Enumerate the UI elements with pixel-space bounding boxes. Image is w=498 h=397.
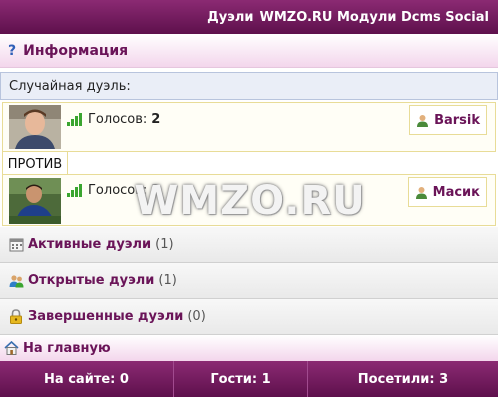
random-duel-heading: Случайная дуэль: — [0, 72, 498, 100]
info-link[interactable]: ? Информация — [0, 34, 498, 68]
votes-count: Голосов: 2 — [67, 112, 160, 127]
info-label: Информация — [23, 42, 129, 59]
visitors-text: Посетили: 3 — [357, 371, 449, 387]
menu-count: (0) — [187, 309, 206, 324]
header-title: Дуэли — [207, 9, 254, 25]
calendar-icon — [8, 237, 24, 253]
duel-participant-2: Голосов: 2 Масик — [2, 174, 496, 226]
lock-icon — [8, 309, 24, 325]
versus-text: ПРОТИВ — [7, 157, 63, 172]
user-name: Barsik — [434, 112, 480, 128]
footer-stats: На сайте: 0 Гости: 1 Посетили: 3 — [0, 361, 498, 397]
random-duel-title: Случайная дуэль: — [9, 78, 131, 94]
users-icon — [8, 273, 24, 289]
votes-label: Голосов: — [88, 183, 148, 198]
signal-icon — [67, 184, 83, 197]
guests-count[interactable]: Гости: 1 — [174, 361, 308, 397]
menu-count: (1) — [155, 237, 174, 252]
menu-open-duels[interactable]: Открытые дуэли (1) — [0, 263, 498, 299]
votes-count: Голосов: 2 — [67, 183, 160, 198]
guests-text: Гости: 1 — [210, 371, 271, 387]
user-icon — [415, 186, 427, 199]
question-icon: ? — [8, 42, 17, 59]
top-header-bar: Дуэли WMZO.RU Модули Dcms Social — [0, 0, 498, 34]
user-link-barsik[interactable]: Barsik — [409, 105, 487, 135]
online-text: На сайте: 0 — [44, 371, 129, 387]
avatar[interactable] — [9, 105, 61, 149]
signal-icon — [67, 113, 83, 126]
home-link[interactable]: На главную — [0, 335, 498, 361]
menu-label: Завершенные дуэли — [28, 309, 184, 324]
online-count[interactable]: На сайте: 0 — [0, 361, 174, 397]
votes-label: Голосов: — [88, 112, 148, 127]
menu-active-duels[interactable]: Активные дуэли (1) — [0, 227, 498, 263]
user-name: Масик — [432, 184, 480, 200]
menu-label: Открытые дуэли — [28, 273, 155, 288]
votes-value: 2 — [151, 183, 161, 198]
home-icon — [4, 341, 19, 355]
avatar[interactable] — [9, 178, 61, 224]
duel-participant-1: Голосов: 2 Barsik — [2, 102, 496, 152]
menu-count: (1) — [158, 273, 177, 288]
votes-value: 2 — [151, 112, 161, 127]
user-link-masik[interactable]: Масик — [407, 177, 487, 207]
visitors-count[interactable]: Посетили: 3 — [308, 361, 498, 397]
user-icon — [417, 114, 429, 127]
menu-label: Активные дуэли — [28, 237, 152, 252]
menu-finished-duels[interactable]: Завершенные дуэли (0) — [0, 299, 498, 335]
header-site-name: WMZO.RU Модули Dcms Social — [259, 9, 490, 25]
home-label: На главную — [23, 340, 111, 356]
